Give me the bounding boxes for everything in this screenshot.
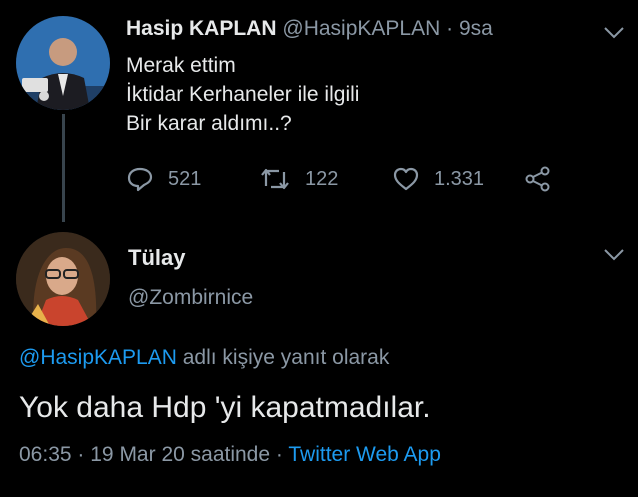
retweet-button[interactable]: 122 [259,166,338,192]
like-icon [392,166,420,192]
action-bar: 521 122 1.331 [126,162,566,196]
reply-author-handle[interactable]: @Zombirnice [128,286,253,310]
meta-separator: · [77,443,85,466]
tweet-time[interactable]: 9sa [459,17,493,40]
author-handle[interactable]: @HasipKAPLAN [282,17,440,40]
like-count: 1.331 [434,167,485,190]
share-button[interactable] [524,166,552,192]
reply-meta: 06:35 · 19 Mar 20 saatinde · Twitter Web… [19,443,441,467]
retweet-icon [259,166,291,192]
reply-icon [126,166,154,192]
reply-button[interactable]: 521 [126,166,201,192]
source-link[interactable]: Twitter Web App [288,443,441,466]
retweet-count: 122 [305,167,339,190]
tweet-line: Merak ettim [126,54,236,77]
tweet-text: Merak ettim İktidar Kerhaneler ile ilgil… [126,51,359,138]
chevron-down-icon[interactable] [603,248,625,262]
reply-date[interactable]: 19 Mar 20 saatinde [90,443,270,466]
reply-text: Yok daha Hdp 'yi kapatmadılar. [19,391,431,424]
reply-to-handle[interactable]: @HasipKAPLAN [19,346,177,369]
share-icon [524,166,552,192]
hasip-avatar[interactable] [16,16,110,110]
thread-connector-line [62,114,65,222]
person-avatar-icon [16,16,110,110]
reply-time[interactable]: 06:35 [19,443,72,466]
tweet-header: Hasip KAPLAN @HasipKAPLAN · 9sa [126,17,493,41]
tweet-line: İktidar Kerhaneler ile ilgili [126,83,360,106]
tulay-avatar[interactable] [16,232,110,326]
replying-to: @HasipKAPLAN adlı kişiye yanıt olarak [19,346,389,370]
chevron-down-icon[interactable] [603,26,625,40]
like-button[interactable]: 1.331 [392,166,484,192]
tweet-line: Bir karar aldımı..? [126,112,292,135]
meta-separator: · [275,443,283,466]
reply-count: 521 [168,167,202,190]
author-name[interactable]: Hasip KAPLAN [126,17,277,40]
reply-author-name[interactable]: Tülay [128,245,185,271]
person-avatar-icon [16,232,110,326]
time-separator: · [446,17,454,40]
reply-to-suffix: adlı kişiye yanıt olarak [182,346,390,369]
